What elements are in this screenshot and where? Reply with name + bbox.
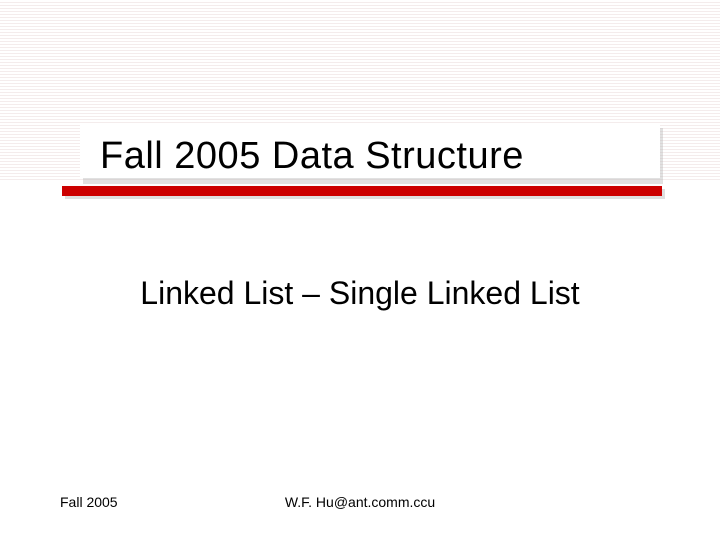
accent-bar bbox=[62, 186, 662, 196]
footer-left-text: Fall 2005 bbox=[60, 494, 118, 510]
footer-center-text: W.F. Hu@ant.comm.ccu bbox=[285, 494, 435, 510]
slide-title: Fall 2005 Data Structure bbox=[100, 135, 640, 178]
footer: Fall 2005 W.F. Hu@ant.comm.ccu bbox=[60, 494, 660, 510]
title-container: Fall 2005 Data Structure bbox=[80, 125, 660, 178]
slide-subtitle: Linked List – Single Linked List bbox=[60, 275, 660, 312]
